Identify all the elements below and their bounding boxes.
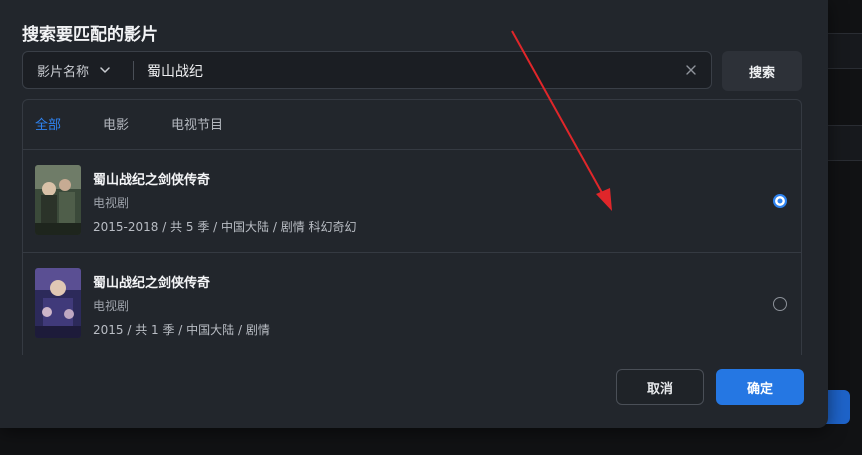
search-input[interactable]	[145, 56, 669, 86]
select-divider	[133, 61, 134, 80]
result-radio-selected[interactable]	[773, 194, 787, 208]
results-panel: 全部 电影 电视节目 蜀山战纪之剑侠传奇 电视剧 2015-2018 / 共 5…	[22, 99, 802, 355]
result-row[interactable]: 蜀山战纪之剑侠传奇 电视剧 2015 / 共 1 季 / 中国大陆 / 剧情	[23, 253, 801, 355]
search-type-label: 影片名称	[37, 64, 90, 80]
result-type: 电视剧	[93, 196, 130, 210]
confirm-button[interactable]: 确定	[716, 369, 804, 405]
match-media-dialog: 搜索要匹配的影片 影片名称 搜索 全部 电影 电视节目	[0, 0, 828, 428]
result-meta: 2015 / 共 1 季 / 中国大陆 / 剧情	[93, 323, 270, 337]
result-radio-unselected[interactable]	[773, 297, 787, 311]
tab-all[interactable]: 全部	[35, 114, 61, 133]
result-title: 蜀山战纪之剑侠传奇	[93, 173, 211, 188]
search-button[interactable]: 搜索	[722, 51, 802, 91]
result-meta: 2015-2018 / 共 5 季 / 中国大陆 / 剧情 科幻奇幻	[93, 220, 357, 234]
category-tabs: 全部 电影 电视节目	[23, 100, 801, 150]
poster-image	[35, 268, 81, 338]
tab-movies[interactable]: 电影	[103, 114, 129, 133]
result-title: 蜀山战纪之剑侠传奇	[93, 276, 211, 291]
poster-image	[35, 165, 81, 235]
close-icon[interactable]	[685, 64, 697, 76]
result-type: 电视剧	[93, 299, 130, 313]
search-bar: 影片名称	[22, 51, 712, 89]
chevron-down-icon	[100, 67, 110, 73]
cancel-button[interactable]: 取消	[616, 369, 704, 405]
dialog-title: 搜索要匹配的影片	[22, 25, 158, 45]
result-row[interactable]: 蜀山战纪之剑侠传奇 电视剧 2015-2018 / 共 5 季 / 中国大陆 /…	[23, 150, 801, 252]
tab-tv-shows[interactable]: 电视节目	[171, 114, 223, 133]
search-type-select[interactable]: 影片名称	[23, 52, 133, 88]
